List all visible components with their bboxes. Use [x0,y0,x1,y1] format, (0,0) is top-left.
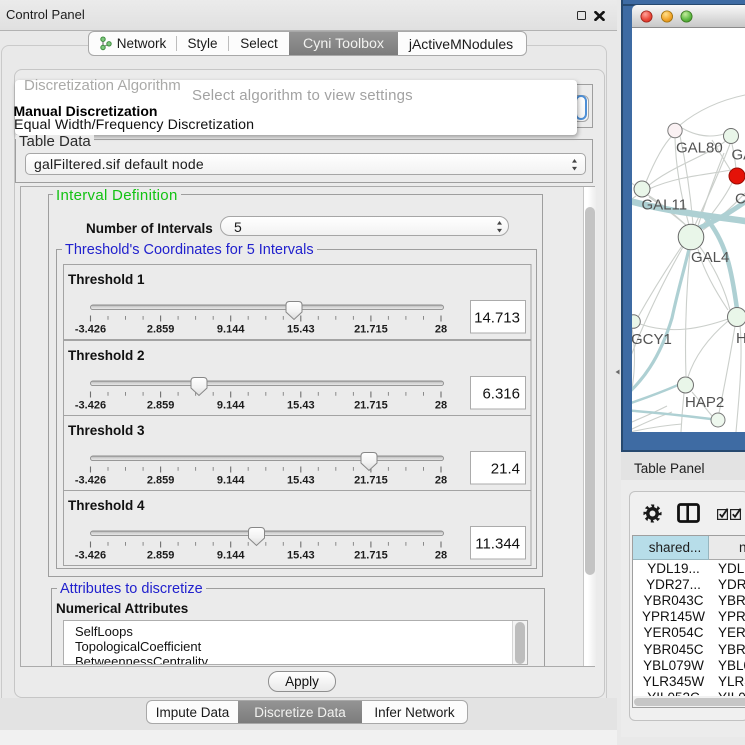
svg-text:21.715: 21.715 [354,550,388,562]
svg-text:28: 28 [435,550,447,562]
svg-text:2.859: 2.859 [147,399,175,411]
svg-text:Threshold 2: Threshold 2 [68,348,145,363]
svg-text:9.144: 9.144 [217,475,245,487]
svg-text:21.715: 21.715 [354,324,388,336]
svg-text:GAL11: GAL11 [642,197,688,214]
svg-text:H: H [736,330,745,347]
svg-text:GAL80: GAL80 [676,140,723,157]
svg-text:-3.426: -3.426 [75,399,106,411]
svg-text:C: C [735,191,745,208]
svg-text:2.859: 2.859 [147,550,175,562]
svg-text:28: 28 [435,324,447,336]
svg-text:Threshold 4: Threshold 4 [68,498,145,513]
svg-text:-3.426: -3.426 [75,550,106,562]
svg-text:-3.426: -3.426 [75,475,106,487]
svg-text:6.316: 6.316 [482,385,520,402]
svg-text:15.43: 15.43 [287,399,315,411]
svg-text:9.144: 9.144 [217,324,245,336]
svg-text:14.713: 14.713 [474,310,520,327]
svg-text:21.715: 21.715 [354,399,388,411]
svg-text:GAL4: GAL4 [691,249,729,266]
svg-text:15.43: 15.43 [287,550,315,562]
svg-text:HAP2: HAP2 [685,394,724,411]
svg-text:GCY1: GCY1 [632,331,672,348]
svg-text:28: 28 [435,475,447,487]
svg-text:Threshold 3: Threshold 3 [68,423,145,438]
svg-text:15.43: 15.43 [287,475,315,487]
svg-text:11.344: 11.344 [475,536,520,553]
svg-text:-3.426: -3.426 [75,324,106,336]
svg-text:2.859: 2.859 [147,475,175,487]
svg-text:15.43: 15.43 [287,324,315,336]
svg-text:Threshold 1: Threshold 1 [68,272,145,287]
svg-text:21.4: 21.4 [491,461,520,478]
svg-text:GA: GA [732,147,745,164]
svg-text:21.715: 21.715 [354,475,388,487]
svg-text:28: 28 [435,399,447,411]
svg-text:9.144: 9.144 [217,550,245,562]
svg-text:9.144: 9.144 [217,399,245,411]
svg-text:2.859: 2.859 [147,324,175,336]
